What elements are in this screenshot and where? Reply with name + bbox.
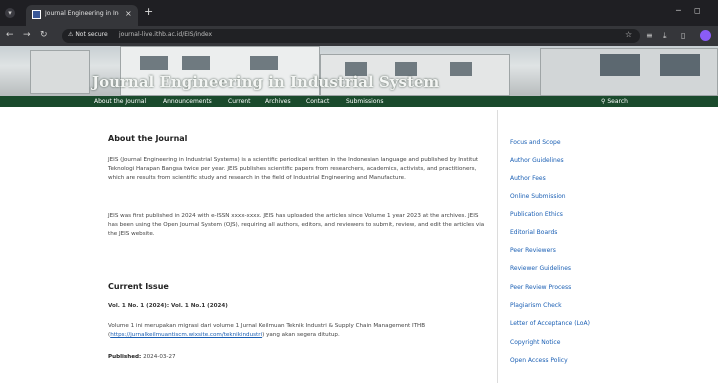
about-paragraph-1: JEIS (Journal Engineering in Industrial … xyxy=(108,157,479,181)
nav-announcements[interactable]: Announcements xyxy=(163,96,212,107)
sidebar-link-online-submission[interactable]: Online Submission xyxy=(510,193,566,200)
sidebar-link-letter-of-acceptance[interactable]: Letter of Acceptance (LoA) xyxy=(510,320,590,327)
search-link[interactable]: ⚲ Search xyxy=(601,96,628,107)
banner-title: Journal Engineering in Industrial System xyxy=(92,73,440,91)
tab-search-icon[interactable]: ▾ xyxy=(5,8,15,18)
banner-building xyxy=(30,50,90,94)
url-text: journal-live.ithb.ac.id/EIS/index xyxy=(119,31,213,38)
about-heading: About the Journal xyxy=(108,134,188,143)
sidebar-link-peer-reviewers[interactable]: Peer Reviewers xyxy=(510,247,556,254)
issue-description: Volume 1 ini merupakan migrasi dari volu… xyxy=(108,322,488,340)
nav-about[interactable]: About the Journal xyxy=(94,96,146,107)
favicon-icon xyxy=(32,10,41,19)
issue-title[interactable]: Vol. 1 No. 1 (2024): Vol. 1 No.1 (2024) xyxy=(108,303,228,309)
published-label: Published: xyxy=(108,354,142,360)
warning-icon: ⚠ xyxy=(68,31,74,38)
side-panel-icon[interactable]: ▯ xyxy=(681,31,685,40)
about-paragraph-2: JEIS was first published in 2024 with e-… xyxy=(108,213,485,237)
search-icon: ⚲ xyxy=(601,98,606,105)
minimize-icon[interactable]: ─ xyxy=(676,6,681,15)
sidebar-link-author-guidelines[interactable]: Author Guidelines xyxy=(510,157,564,164)
not-secure-label: Not secure xyxy=(75,31,108,38)
nav-contact[interactable]: Contact xyxy=(306,96,329,107)
sidebar-link-open-access-policy[interactable]: Open Access Policy xyxy=(510,357,568,364)
download-icon[interactable]: ⤓ xyxy=(663,31,667,40)
browser-tab[interactable]: Journal Engineering in Industri × xyxy=(26,5,138,26)
sidebar-link-peer-review-process[interactable]: Peer Review Process xyxy=(510,284,571,291)
tab-close-icon[interactable]: × xyxy=(125,9,132,18)
banner-window xyxy=(600,54,640,76)
banner-window xyxy=(182,56,210,70)
sidebar-link-reviewer-guidelines[interactable]: Reviewer Guidelines xyxy=(510,265,571,272)
nav-current[interactable]: Current xyxy=(228,96,251,107)
current-issue-heading: Current Issue xyxy=(108,282,169,291)
journal-banner: Journal Engineering in Industrial System xyxy=(0,46,718,96)
content-divider xyxy=(497,110,498,383)
sidebar-link-copyright-notice[interactable]: Copyright Notice xyxy=(510,339,560,346)
back-arrow-icon[interactable]: ← xyxy=(6,30,14,41)
issue-source-link[interactable]: https://jurnalkeilmuantiscm.wixsite.com/… xyxy=(110,332,262,338)
published-date: Published: 2024-03-27 xyxy=(108,354,176,360)
extensions-icon[interactable]: ≡ xyxy=(646,31,653,40)
nav-submissions[interactable]: Submissions xyxy=(346,96,383,107)
tab-title: Journal Engineering in Industri xyxy=(45,10,119,17)
restore-icon[interactable]: ◻ xyxy=(694,6,701,15)
published-value: 2024-03-27 xyxy=(143,354,176,360)
search-label: Search xyxy=(607,98,628,105)
banner-window xyxy=(250,56,278,70)
banner-window xyxy=(660,54,700,76)
issue-desc-text-end: ) yang akan segera ditutup. xyxy=(262,332,340,338)
main-content: About the Journal JEIS (Journal Engineer… xyxy=(95,110,498,383)
banner-window xyxy=(140,56,168,70)
profile-avatar[interactable] xyxy=(700,30,711,41)
not-secure-badge[interactable]: ⚠ Not secure xyxy=(68,31,108,38)
sidebar-link-plagiarism-check[interactable]: Plagiarism Check xyxy=(510,302,562,309)
banner-window xyxy=(450,62,472,76)
forward-arrow-icon[interactable]: → xyxy=(23,30,31,41)
sidebar-link-focus-scope[interactable]: Focus and Scope xyxy=(510,139,561,146)
nav-archives[interactable]: Archives xyxy=(265,96,291,107)
address-bar[interactable]: ⚠ Not secure journal-live.ithb.ac.id/EIS… xyxy=(62,29,640,43)
browser-tab-bar: ▾ Journal Engineering in Industri × + ─ … xyxy=(0,0,718,26)
bookmark-star-icon[interactable]: ☆ xyxy=(625,30,632,39)
site-nav: About the Journal Announcements Current … xyxy=(0,96,718,107)
sidebar-link-author-fees[interactable]: Author Fees xyxy=(510,175,546,182)
sidebar-link-editorial-boards[interactable]: Editorial Boards xyxy=(510,229,557,236)
reload-icon[interactable]: ↻ xyxy=(40,30,48,41)
new-tab-button[interactable]: + xyxy=(144,6,153,17)
sidebar-link-publication-ethics[interactable]: Publication Ethics xyxy=(510,211,563,218)
browser-toolbar: ← → ↻ ⚠ Not secure journal-live.ithb.ac.… xyxy=(0,26,718,46)
